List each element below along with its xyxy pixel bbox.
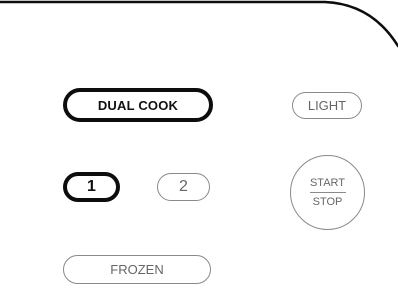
frozen-button[interactable]: FROZEN [63,255,211,284]
light-button[interactable]: LIGHT [292,92,362,119]
frozen-label: FROZEN [110,262,164,277]
start-label: START [309,176,346,189]
rack-2-button[interactable]: 2 [157,173,210,201]
rack-2-label: 2 [179,178,188,195]
start-stop-divider [309,191,346,194]
dual-cook-label: DUAL COOK [97,97,179,113]
stop-label: STOP [312,196,343,209]
light-label: LIGHT [307,98,347,113]
start-stop-button[interactable]: START STOP [290,155,365,230]
dual-cook-button[interactable]: DUAL COOK [63,88,213,122]
rack-1-label: 1 [87,178,96,195]
rack-1-button[interactable]: 1 [63,172,120,202]
